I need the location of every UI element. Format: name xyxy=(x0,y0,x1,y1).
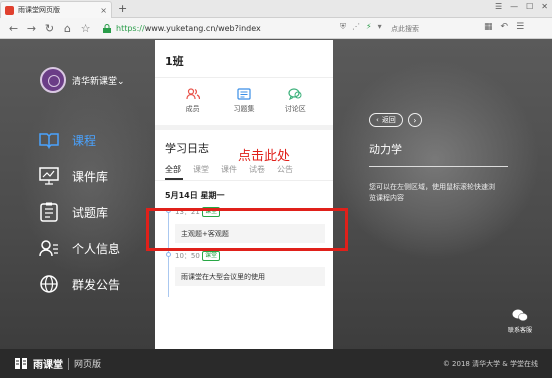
lightning-icon[interactable]: ⚡ xyxy=(366,22,372,32)
course-name: 动力学 xyxy=(369,143,402,156)
toolbar-right: ▦ ↶ ☰ xyxy=(484,22,524,32)
chevron-right-icon[interactable]: › xyxy=(407,113,422,127)
entry-tag: 课堂 xyxy=(202,251,221,261)
exercise-icon xyxy=(237,88,251,100)
rain-classroom-logo-icon xyxy=(15,358,27,369)
presentation-icon xyxy=(38,166,60,186)
class-tiles: 成员 习题集 讨论区 xyxy=(155,88,333,114)
url-text: https://www.yuketang.cn/web?index xyxy=(116,23,261,33)
close-tab-icon[interactable]: × xyxy=(100,6,107,15)
sidebar-nav: 课程 课件库 试题库 个人信息 群发公告 xyxy=(38,122,120,302)
favicon-icon xyxy=(5,5,14,15)
close-window-icon[interactable]: ✕ xyxy=(541,2,548,11)
sidebar-item-announcements[interactable]: 群发公告 xyxy=(38,266,120,302)
logo-separator xyxy=(68,357,69,370)
log-date: 5月14日 星期一 xyxy=(165,191,225,200)
bookmark-star-icon[interactable]: ☆ xyxy=(78,21,93,36)
members-icon xyxy=(186,88,200,100)
undo-icon[interactable]: ↶ xyxy=(501,22,509,32)
brand-name: 清华新课堂⌄ xyxy=(72,76,125,87)
user-card-icon xyxy=(38,238,60,258)
copyright: © 2018 清华大学 & 学堂在线 xyxy=(442,360,538,368)
divider xyxy=(155,77,333,78)
footer: 雨课堂 网页版 © 2018 清华大学 & 学堂在线 xyxy=(0,349,552,378)
divider xyxy=(155,180,333,181)
wechat-icon xyxy=(512,309,528,322)
class-card: 1班 成员 习题集 讨论区 学习日志 全部 课堂 课件 试卷 公告 5月14日 … xyxy=(155,40,333,349)
hint-text: 您可以在左侧区域，使用鼠标滚轮快速浏览课程内容 xyxy=(369,183,495,202)
filter-announcement[interactable]: 公告 xyxy=(277,164,293,175)
grid-icon[interactable]: ▦ xyxy=(484,22,493,32)
minimize-icon[interactable]: — xyxy=(510,2,518,11)
browser-tab[interactable]: 雨课堂网页版 × xyxy=(0,1,112,18)
new-tab-button[interactable]: + xyxy=(118,2,127,15)
shield-icon[interactable]: ⛨ xyxy=(340,22,346,32)
log-title: 学习日志 xyxy=(165,142,209,155)
customer-service[interactable]: 联系客服 xyxy=(508,309,532,334)
filter-exam[interactable]: 试卷 xyxy=(249,164,265,175)
filter-all[interactable]: 全部 xyxy=(165,164,181,175)
support-label: 联系客服 xyxy=(508,327,533,334)
menu-icon[interactable]: ☰ xyxy=(495,2,502,11)
tile-members[interactable]: 成员 xyxy=(171,88,215,114)
class-title: 1班 xyxy=(165,55,184,68)
logo-text: 雨课堂 xyxy=(33,360,63,371)
book-icon xyxy=(38,130,60,150)
tab-title: 雨课堂网页版 xyxy=(18,6,60,14)
tile-label: 讨论区 xyxy=(284,105,306,113)
sidebar-item-label: 课件库 xyxy=(72,169,109,184)
forward-arrow-icon[interactable]: → xyxy=(24,21,39,36)
log-filters: 全部 课堂 课件 试卷 公告 xyxy=(165,164,293,175)
log-entry[interactable]: 雨课堂在大型会议里的使用 xyxy=(175,267,325,286)
sidebar-item-label: 课程 xyxy=(72,133,97,148)
maximize-icon[interactable]: ☐ xyxy=(526,2,533,11)
chevron-left-icon: ‹ xyxy=(376,116,379,124)
university-seal-icon xyxy=(40,67,66,93)
search-input[interactable]: 点此搜索 xyxy=(391,22,476,35)
filter-class[interactable]: 课堂 xyxy=(193,164,209,175)
footer-logo: 雨课堂 网页版 xyxy=(14,356,101,371)
sidebar-item-label: 试题库 xyxy=(72,205,109,220)
page-content: 清华新课堂⌄ 课程 课件库 试题库 个人信息 群发公告 1班 成员 习题集 讨论… xyxy=(0,40,552,349)
share-icon[interactable]: ⋰ xyxy=(352,22,360,32)
tile-exercises[interactable]: 习题集 xyxy=(222,88,266,114)
lock-icon xyxy=(103,23,111,33)
timeline-dot xyxy=(166,252,171,257)
reload-icon[interactable]: ↻ xyxy=(42,21,57,36)
window-controls: ☰ — ☐ ✕ xyxy=(495,2,548,11)
discussion-icon xyxy=(288,88,302,100)
entry-time: 10：50 xyxy=(175,252,200,260)
globe-icon xyxy=(38,274,60,294)
back-button[interactable]: ‹ 返回 xyxy=(369,113,403,127)
logo-subtitle: 网页版 xyxy=(74,360,102,370)
filter-courseware[interactable]: 课件 xyxy=(221,164,237,175)
sidebar-item-courses[interactable]: 课程 xyxy=(38,122,120,158)
sidebar-item-courseware[interactable]: 课件库 xyxy=(38,158,120,194)
sidebar-item-question-bank[interactable]: 试题库 xyxy=(38,194,120,230)
browser-tab-bar: 雨课堂网页版 × + ☰ — ☐ ✕ xyxy=(0,0,552,18)
background-photo xyxy=(330,60,540,260)
more-icon[interactable]: ☰ xyxy=(516,22,524,32)
annotation-text: 点击此处 xyxy=(238,149,291,164)
tile-discussion[interactable]: 讨论区 xyxy=(273,88,317,114)
section-divider xyxy=(155,125,333,130)
entry-text: 雨课堂在大型会议里的使用 xyxy=(181,272,265,281)
toolbar-icons: ⛨ ⋰ ⚡ ▾ xyxy=(340,22,382,32)
back-arrow-icon[interactable]: ← xyxy=(6,21,21,36)
dropdown-icon[interactable]: ▾ xyxy=(378,22,382,32)
sidebar-item-label: 个人信息 xyxy=(72,241,121,256)
sidebar-item-label: 群发公告 xyxy=(72,277,121,292)
annotation-box xyxy=(146,208,348,251)
divider xyxy=(369,166,508,167)
address-bar[interactable]: https://www.yuketang.cn/web?index xyxy=(102,21,362,36)
course-nav: ‹ 返回 › xyxy=(369,113,422,127)
home-icon[interactable]: ⌂ xyxy=(60,21,75,36)
tile-label: 成员 xyxy=(185,105,200,113)
brand[interactable]: 清华新课堂⌄ xyxy=(40,67,125,93)
sidebar-item-profile[interactable]: 个人信息 xyxy=(38,230,120,266)
tile-label: 习题集 xyxy=(233,105,255,113)
checklist-icon xyxy=(38,202,60,222)
